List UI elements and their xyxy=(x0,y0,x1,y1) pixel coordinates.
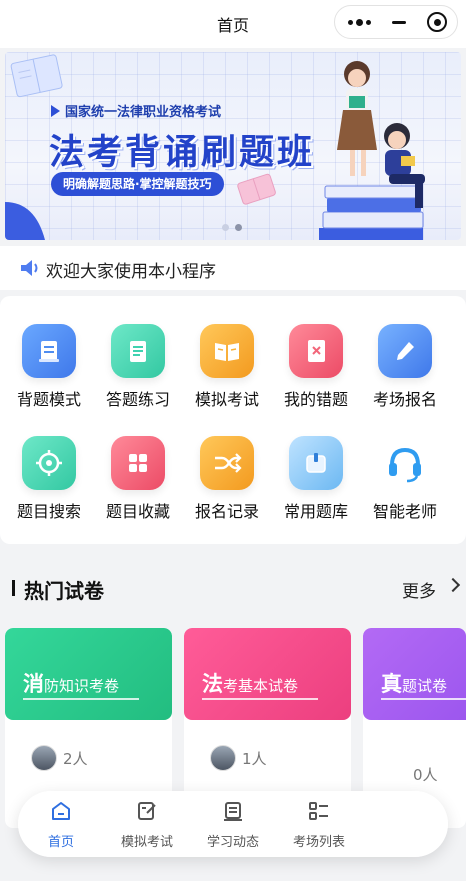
paper-card-header: 法考基本试卷 xyxy=(184,628,351,720)
menu-item-exam-signup[interactable]: 考场报名 xyxy=(361,324,449,410)
carousel-dot[interactable] xyxy=(222,224,229,231)
paper-name: 真题试卷 xyxy=(381,668,466,700)
tab-label: 学习动态 xyxy=(206,835,259,850)
section-marker xyxy=(12,580,15,596)
menu-label: 我的错题 xyxy=(283,390,348,409)
menu-label: 报名记录 xyxy=(194,502,259,521)
avatar xyxy=(31,745,57,771)
banner-tagline: 明确解题思路·掌控解题技巧 xyxy=(51,172,224,196)
participant-count: 1人 xyxy=(242,749,267,768)
menu-item-wrong-questions[interactable]: 我的错题 xyxy=(272,324,360,410)
banner-subtitle: 国家统一法律职业资格考试 xyxy=(51,101,221,120)
notice-bar[interactable]: 欢迎大家使用本小程序 xyxy=(0,246,466,290)
hot-papers-title: 热门试卷 xyxy=(24,579,104,603)
menu-item-favorites[interactable]: 题目收藏 xyxy=(94,436,182,522)
list-icon xyxy=(307,799,331,823)
paper-participants: 2人 xyxy=(31,745,88,771)
tab-mock-exam[interactable]: 模拟考试 xyxy=(104,799,190,850)
pen-icon xyxy=(378,324,432,378)
tab-study-feed[interactable]: 学习动态 xyxy=(190,799,276,850)
open-book-icon xyxy=(200,324,254,378)
more-options-button[interactable] xyxy=(339,6,379,38)
menu-label: 常用题库 xyxy=(283,502,348,521)
banner-title: 法考背诵刷题班 xyxy=(49,133,316,173)
minimize-icon xyxy=(392,20,406,24)
function-grid: 背题模式 答题练习 模拟考试 我的错题 考场报名 题目搜索 题目收藏 报名记录 … xyxy=(0,296,466,544)
menu-label: 模拟考试 xyxy=(194,390,259,409)
more-link[interactable]: 更多 xyxy=(402,577,436,602)
home-icon xyxy=(49,799,73,823)
close-target-icon xyxy=(427,12,447,32)
paper-name: 消防知识考卷 xyxy=(23,668,140,700)
menu-item-memorize[interactable]: 背题模式 xyxy=(5,324,93,410)
speaker-icon xyxy=(21,260,38,276)
menu-item-question-bank[interactable]: 常用题库 xyxy=(272,436,360,522)
shuffle-icon xyxy=(200,436,254,490)
menu-label: 题目搜索 xyxy=(16,502,81,521)
paper-participants: 1人 xyxy=(210,745,267,771)
crosshair-icon xyxy=(22,436,76,490)
bottom-tab-bar: 首页 模拟考试 学习动态 考场列表 xyxy=(18,791,448,857)
edit-doc-icon xyxy=(135,799,159,823)
close-miniprogram-button[interactable] xyxy=(417,6,457,38)
tab-exam-list[interactable]: 考场列表 xyxy=(276,799,362,850)
doc-lines-icon xyxy=(221,799,245,823)
paper-participants: 0人 xyxy=(413,764,438,785)
menu-label: 背题模式 xyxy=(16,390,81,409)
wrong-doc-icon xyxy=(289,324,343,378)
menu-item-practice[interactable]: 答题练习 xyxy=(94,324,182,410)
menu-label: 答题练习 xyxy=(105,390,170,409)
menu-label: 题目收藏 xyxy=(105,502,170,521)
banner-carousel[interactable]: 国家统一法律职业资格考试 法考背诵刷题班 明确解题思路·掌控解题技巧 xyxy=(5,52,461,240)
participant-count: 2人 xyxy=(63,749,88,768)
menu-label: 智能老师 xyxy=(372,502,437,521)
navigation-bar: 首页 xyxy=(0,0,466,48)
tab-label: 首页 xyxy=(47,835,74,850)
menu-item-ai-teacher[interactable]: 智能老师 xyxy=(361,436,449,522)
paper-name: 法考基本试卷 xyxy=(202,668,319,700)
chevron-right-icon[interactable] xyxy=(445,577,461,593)
avatar xyxy=(210,745,236,771)
menu-item-search[interactable]: 题目搜索 xyxy=(5,436,93,522)
carousel-indicator[interactable] xyxy=(222,224,242,231)
box-icon xyxy=(289,436,343,490)
menu-label: 考场报名 xyxy=(372,390,437,409)
participant-count: 0人 xyxy=(413,766,438,784)
menu-item-signup-records[interactable]: 报名记录 xyxy=(183,436,271,522)
paper-card-header: 真题试卷 xyxy=(363,628,466,720)
more-dots-icon xyxy=(347,18,371,26)
carousel-dot-active[interactable] xyxy=(235,224,242,231)
tab-label: 模拟考试 xyxy=(120,835,173,850)
notice-text: 欢迎大家使用本小程序 xyxy=(46,262,216,282)
tab-home[interactable]: 首页 xyxy=(18,799,104,850)
tab-label: 考场列表 xyxy=(292,835,345,850)
grid-icon xyxy=(111,436,165,490)
scroll-icon xyxy=(22,324,76,378)
headset-icon xyxy=(378,436,432,490)
notepad-icon xyxy=(111,324,165,378)
page: 首页 国家统一法律职业资格考试 法考背诵刷题班 明确解题思路·掌控解题技巧 欢迎… xyxy=(0,0,466,881)
paper-card-header: 消防知识考卷 xyxy=(5,628,172,720)
minimize-button[interactable] xyxy=(379,6,419,38)
menu-item-mock-exam[interactable]: 模拟考试 xyxy=(183,324,271,410)
miniprogram-capsule xyxy=(334,5,458,39)
